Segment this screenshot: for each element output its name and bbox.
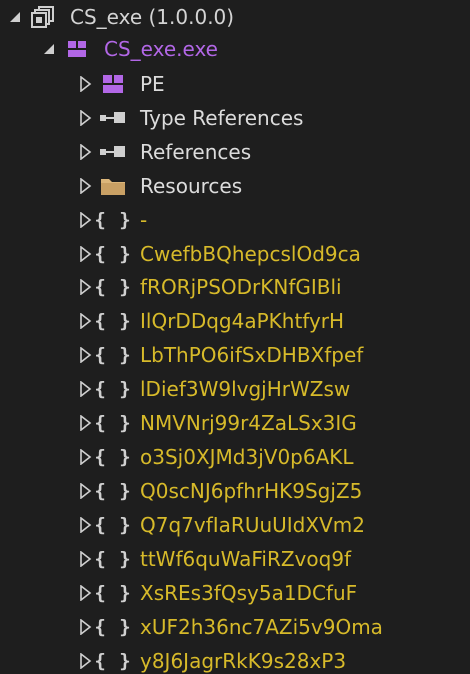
- tree-item-label: Type References: [140, 106, 304, 130]
- tree-item-namespace[interactable]: { } XsREs3fQsy5a1DCfuF: [74, 576, 357, 610]
- namespace-icon: { }: [94, 480, 132, 502]
- expand-arrow-icon[interactable]: [74, 135, 96, 169]
- expand-arrow-icon[interactable]: [74, 338, 96, 372]
- namespace-icon: { }: [94, 209, 132, 231]
- type-references-icon: [96, 101, 130, 135]
- expand-arrow-icon[interactable]: [74, 237, 96, 271]
- expand-arrow-icon[interactable]: [74, 610, 96, 644]
- collapse-arrow-icon[interactable]: [38, 32, 60, 66]
- namespace-label: Q7q7vfIaRUuUIdXVm2: [140, 513, 365, 537]
- tree-item-namespace[interactable]: { } IlQrDDqg4aPKhtfyrH: [74, 304, 344, 338]
- assembly-explorer-tree: CS_exe (1.0.0.0) CS_exe.exe PE Type Refe…: [0, 0, 470, 674]
- tree-item-type-references[interactable]: Type References: [74, 101, 303, 135]
- expand-arrow-icon[interactable]: [74, 101, 96, 135]
- namespace-label: IlQrDDqg4aPKhtfyrH: [140, 309, 345, 333]
- tree-item-label: Resources: [140, 174, 243, 198]
- namespace-icon: { }: [94, 446, 132, 468]
- namespace-label: LbThPO6ifSxDHBXfpef: [140, 343, 364, 367]
- namespace-icon: { }: [94, 582, 132, 604]
- expand-arrow-icon[interactable]: [74, 406, 96, 440]
- tree-item-namespace[interactable]: { } fRORjPSODrKNfGIBli: [74, 270, 342, 304]
- namespace-label: lDief3W9lvgjHrWZsw: [140, 377, 351, 401]
- namespace-label: o3Sj0XJMd3jV0p6AKL: [140, 445, 354, 469]
- tree-item-references[interactable]: References: [74, 135, 251, 169]
- namespace-label: ttWf6quWaFiRZvoq9f: [140, 547, 352, 571]
- expand-arrow-icon[interactable]: [74, 372, 96, 406]
- tree-item-namespace[interactable]: { } lDief3W9lvgjHrWZsw: [74, 372, 350, 406]
- namespace-icon: { }: [94, 412, 132, 434]
- expand-arrow-icon[interactable]: [74, 542, 96, 576]
- namespace-label: NMVNrj99r4ZaLSx3IG: [140, 411, 357, 435]
- namespace-icon: { }: [94, 514, 132, 536]
- tree-item-namespace[interactable]: { } xUF2h36nc7AZi5v9Oma: [74, 610, 383, 644]
- pe-icon: [96, 67, 130, 101]
- folder-icon: [96, 169, 130, 203]
- assembly-icon: [26, 0, 60, 34]
- tree-item-module[interactable]: CS_exe.exe: [38, 32, 218, 66]
- tree-item-namespace[interactable]: { } Q0scNJ6pfhrHK9SgjZ5: [74, 474, 362, 508]
- tree-item-namespace[interactable]: { } ttWf6quWaFiRZvoq9f: [74, 542, 351, 576]
- namespace-icon: { }: [94, 378, 132, 400]
- tree-item-label: PE: [140, 72, 165, 96]
- namespace-icon: { }: [94, 548, 132, 570]
- expand-arrow-icon[interactable]: [74, 203, 96, 237]
- tree-item-namespace[interactable]: { } -: [74, 203, 147, 237]
- namespace-icon: { }: [94, 243, 132, 265]
- expand-arrow-icon[interactable]: [74, 576, 96, 610]
- namespace-label: CwefbBQhepcslOd9ca: [140, 242, 361, 266]
- namespace-label: fRORjPSODrKNfGIBli: [140, 275, 342, 299]
- tree-item-resources[interactable]: Resources: [74, 169, 242, 203]
- namespace-icon: { }: [94, 650, 132, 672]
- tree-item-namespace[interactable]: { } y8J6JagrRkK9s28xP3: [74, 644, 346, 674]
- namespace-label: y8J6JagrRkK9s28xP3: [140, 649, 347, 673]
- namespace-label: Q0scNJ6pfhrHK9SgjZ5: [140, 479, 363, 503]
- tree-item-label: References: [140, 140, 252, 164]
- namespace-icon: { }: [94, 310, 132, 332]
- tree-item-namespace[interactable]: { } Q7q7vfIaRUuUIdXVm2: [74, 508, 365, 542]
- namespace-label: -: [140, 208, 148, 232]
- namespace-icon: { }: [94, 616, 132, 638]
- expand-arrow-icon[interactable]: [74, 644, 96, 674]
- module-icon: [60, 32, 94, 66]
- tree-item-assembly[interactable]: CS_exe (1.0.0.0): [4, 0, 234, 34]
- expand-arrow-icon[interactable]: [74, 67, 96, 101]
- tree-item-namespace[interactable]: { } o3Sj0XJMd3jV0p6AKL: [74, 440, 354, 474]
- expand-arrow-icon[interactable]: [74, 508, 96, 542]
- namespace-icon: { }: [94, 344, 132, 366]
- module-label: CS_exe.exe: [104, 37, 218, 61]
- namespace-label: XsREs3fQsy5a1DCfuF: [140, 581, 358, 605]
- tree-item-namespace[interactable]: { } NMVNrj99r4ZaLSx3IG: [74, 406, 357, 440]
- expand-arrow-icon[interactable]: [74, 169, 96, 203]
- tree-item-pe[interactable]: PE: [74, 67, 165, 101]
- expand-arrow-icon[interactable]: [74, 304, 96, 338]
- tree-item-namespace[interactable]: { } CwefbBQhepcslOd9ca: [74, 237, 361, 271]
- namespace-icon: { }: [94, 276, 132, 298]
- tree-item-namespace[interactable]: { } LbThPO6ifSxDHBXfpef: [74, 338, 363, 372]
- namespace-label: xUF2h36nc7AZi5v9Oma: [140, 615, 383, 639]
- references-icon: [96, 135, 130, 169]
- collapse-arrow-icon[interactable]: [4, 0, 26, 34]
- expand-arrow-icon[interactable]: [74, 474, 96, 508]
- expand-arrow-icon[interactable]: [74, 270, 96, 304]
- expand-arrow-icon[interactable]: [74, 440, 96, 474]
- assembly-label: CS_exe (1.0.0.0): [70, 5, 235, 29]
